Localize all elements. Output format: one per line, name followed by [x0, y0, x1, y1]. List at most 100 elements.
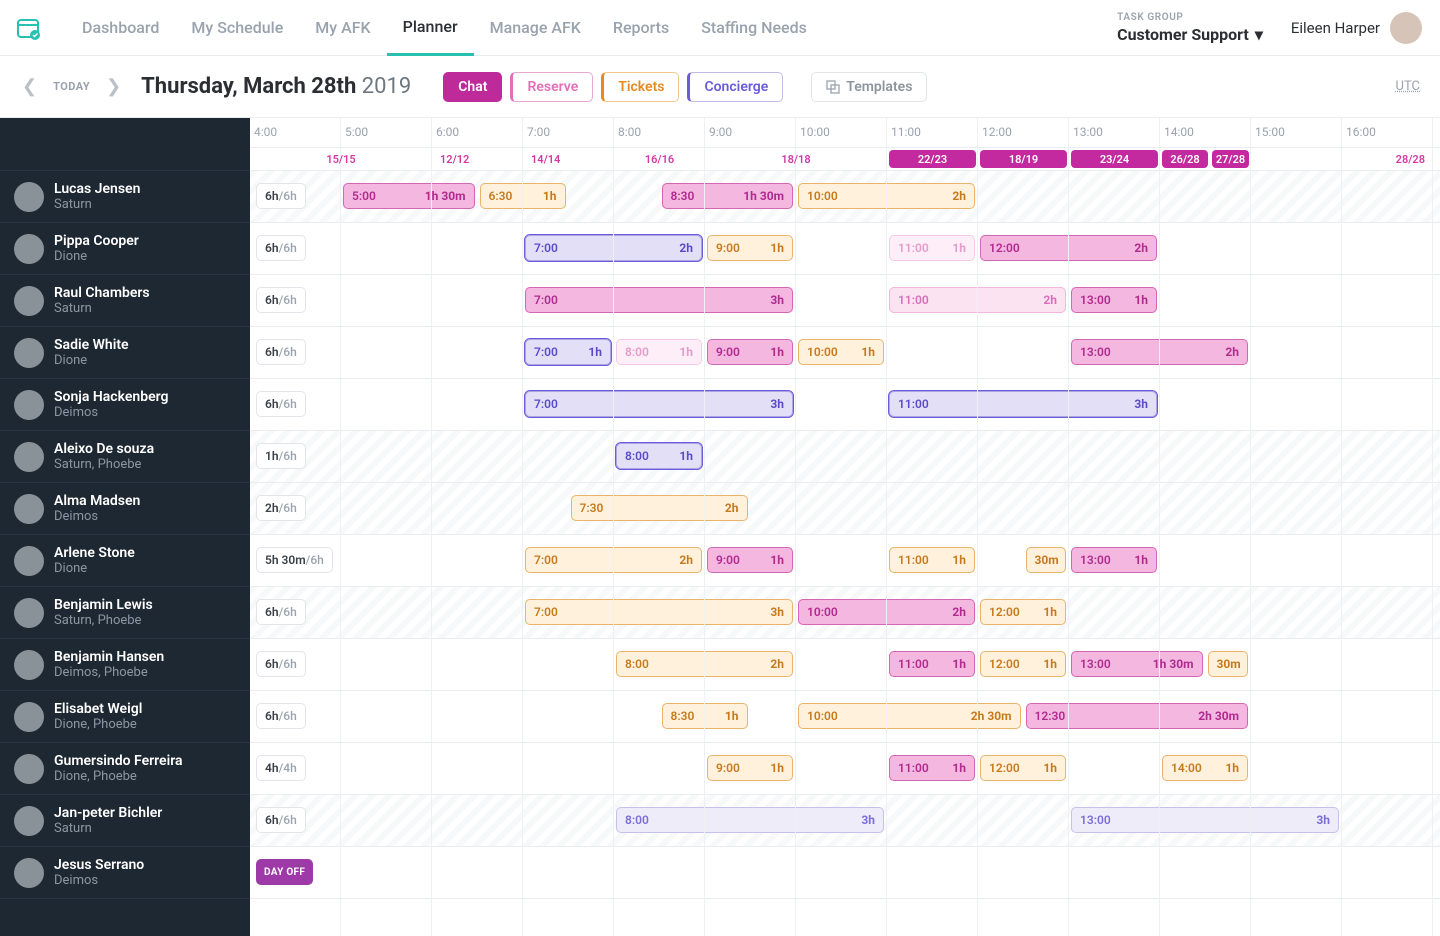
- person-row[interactable]: Jan-peter BichlerSaturn: [0, 795, 250, 847]
- person-row[interactable]: Lucas JensenSaturn: [0, 171, 250, 223]
- timezone-toggle[interactable]: UTC: [1396, 79, 1420, 94]
- person-name: Jesus Serrano: [54, 857, 144, 874]
- person-row[interactable]: Benjamin LewisSaturn, Phoebe: [0, 587, 250, 639]
- chip-chat[interactable]: Chat: [443, 72, 502, 102]
- person-row[interactable]: Benjamin HansenDeimos, Phoebe: [0, 639, 250, 691]
- hours-capacity: 6h/6h: [256, 391, 306, 417]
- schedule-block[interactable]: 6:301h: [480, 183, 566, 209]
- schedule-block[interactable]: 10:002h: [798, 183, 975, 209]
- schedule-block[interactable]: 10:002h 30m: [798, 703, 1021, 729]
- person-row[interactable]: Elisabet WeiglDione, Phoebe: [0, 691, 250, 743]
- schedule-block[interactable]: 13:001h 30m: [1071, 651, 1203, 677]
- schedule-block[interactable]: 30m: [1026, 547, 1067, 573]
- avatar: [1390, 12, 1422, 44]
- schedule-block[interactable]: 9:001h: [707, 339, 793, 365]
- schedule-row[interactable]: 6h/6h5:001h 30m6:301h8:301h 30m10:002h: [250, 171, 1440, 223]
- prev-day-arrow[interactable]: ❮: [20, 76, 39, 97]
- hour-col: 11:00: [887, 118, 978, 147]
- schedule-block[interactable]: 30m: [1208, 651, 1249, 677]
- app-logo[interactable]: [14, 14, 42, 42]
- nav-reports[interactable]: Reports: [597, 0, 685, 55]
- today-button[interactable]: TODAY: [53, 80, 90, 93]
- schedule-block[interactable]: 7:002h: [525, 235, 702, 261]
- schedule-row[interactable]: 6h/6h8:301h10:002h 30m12:302h 30m: [250, 691, 1440, 743]
- schedule-block[interactable]: 7:302h: [571, 495, 748, 521]
- hour-col: 14:00: [1160, 118, 1251, 147]
- schedule-block[interactable]: 7:003h: [525, 599, 793, 625]
- person-row[interactable]: Gumersindo FerreiraDione, Phoebe: [0, 743, 250, 795]
- person-row[interactable]: Arlene StoneDione: [0, 535, 250, 587]
- person-row[interactable]: Pippa CooperDione: [0, 223, 250, 275]
- person-row[interactable]: Raul ChambersSaturn: [0, 275, 250, 327]
- schedule-row[interactable]: 6h/6h7:003h10:002h12:001h: [250, 587, 1440, 639]
- nav-manage-afk[interactable]: Manage AFK: [474, 0, 597, 55]
- schedule-block[interactable]: 11:001h: [889, 547, 975, 573]
- schedule-block[interactable]: 12:001h: [980, 755, 1066, 781]
- schedule-block[interactable]: 10:002h: [798, 599, 975, 625]
- nav-dashboard[interactable]: Dashboard: [66, 0, 175, 55]
- nav-my-afk[interactable]: My AFK: [299, 0, 386, 55]
- user-menu[interactable]: Eileen Harper: [1291, 12, 1422, 44]
- schedule-block[interactable]: 11:003h: [889, 391, 1157, 417]
- schedule-block[interactable]: 8:002h: [616, 651, 793, 677]
- schedule-row[interactable]: 6h/6h8:002h11:001h12:001h13:001h 30m30m: [250, 639, 1440, 691]
- schedule-block[interactable]: 7:003h: [525, 391, 793, 417]
- hour-col: 4:00: [250, 118, 341, 147]
- chip-reserve[interactable]: Reserve: [510, 72, 593, 102]
- schedule-block[interactable]: 12:001h: [980, 599, 1066, 625]
- schedule-block[interactable]: 13:001h: [1071, 287, 1157, 313]
- schedule-block[interactable]: 13:002h: [1071, 339, 1248, 365]
- hour-label: 4:00: [254, 125, 277, 139]
- schedule-block[interactable]: 5:001h 30m: [343, 183, 475, 209]
- schedule-block[interactable]: 12:001h: [980, 651, 1066, 677]
- user-name: Eileen Harper: [1291, 19, 1380, 37]
- schedule-block[interactable]: 8:003h: [616, 807, 884, 833]
- schedule-block[interactable]: 13:001h: [1071, 547, 1157, 573]
- schedule-block[interactable]: 14:001h: [1162, 755, 1248, 781]
- schedule-block[interactable]: 7:002h: [525, 547, 702, 573]
- schedule-row[interactable]: DAY OFF: [250, 847, 1440, 899]
- schedule-row[interactable]: 1h/6h8:001h: [250, 431, 1440, 483]
- schedule-block[interactable]: 11:002h: [889, 287, 1066, 313]
- schedule-row[interactable]: 6h/6h7:002h9:001h11:001h12:002h: [250, 223, 1440, 275]
- schedule-row[interactable]: 6h/6h7:003h11:002h13:001h: [250, 275, 1440, 327]
- person-team: Deimos, Phoebe: [54, 665, 164, 680]
- chip-concierge[interactable]: Concierge: [687, 72, 783, 102]
- schedule-block[interactable]: 13:003h: [1071, 807, 1339, 833]
- schedule-block[interactable]: 8:301h: [662, 703, 748, 729]
- schedule-block[interactable]: 9:001h: [707, 235, 793, 261]
- schedule-block[interactable]: 8:001h: [616, 339, 702, 365]
- schedule-row[interactable]: 6h/6h 7:003h 11:003h: [250, 379, 1440, 431]
- chip-tickets[interactable]: Tickets: [601, 72, 679, 102]
- schedule-block[interactable]: 8:301h 30m: [662, 183, 794, 209]
- schedule-row[interactable]: 2h/6h7:302h: [250, 483, 1440, 535]
- hour-label: 7:00: [527, 125, 550, 139]
- nav-planner[interactable]: Planner: [387, 0, 474, 56]
- person-row[interactable]: Sonja HackenbergDeimos: [0, 379, 250, 431]
- schedule-block[interactable]: 7:001h: [525, 339, 611, 365]
- person-row[interactable]: Aleixo De souzaSaturn, Phoebe: [0, 431, 250, 483]
- schedule-block[interactable]: 11:001h: [889, 651, 975, 677]
- next-day-arrow[interactable]: ❯: [104, 76, 123, 97]
- nav-my-schedule[interactable]: My Schedule: [175, 0, 299, 55]
- schedule-block[interactable]: 8:001h: [616, 443, 702, 469]
- schedule-block[interactable]: 9:001h: [707, 547, 793, 573]
- schedule-block[interactable]: 12:302h 30m: [1026, 703, 1249, 729]
- schedule-block[interactable]: 10:001h: [798, 339, 884, 365]
- schedule-block[interactable]: 7:003h: [525, 287, 793, 313]
- task-group-selector[interactable]: TASK GROUP Customer Support▾: [1117, 12, 1263, 44]
- schedule-block[interactable]: 9:001h: [707, 755, 793, 781]
- nav-staffing-needs[interactable]: Staffing Needs: [685, 0, 823, 55]
- schedule-block[interactable]: 11:001h: [889, 235, 975, 261]
- person-row[interactable]: Jesus SerranoDeimos: [0, 847, 250, 899]
- templates-button[interactable]: Templates: [811, 72, 927, 102]
- person-row[interactable]: Alma MadsenDeimos: [0, 483, 250, 535]
- schedule-row[interactable]: 4h/4h9:001h11:001h12:001h14:001h: [250, 743, 1440, 795]
- schedule-block[interactable]: 12:002h: [980, 235, 1157, 261]
- schedule-block[interactable]: 11:001h: [889, 755, 975, 781]
- person-name: Benjamin Lewis: [54, 597, 153, 614]
- schedule-row[interactable]: 5h 30m/6h7:002h9:001h11:001h30m13:001h: [250, 535, 1440, 587]
- schedule-row[interactable]: 6h/6h7:001h8:001h9:001h10:001h13:002h: [250, 327, 1440, 379]
- person-row[interactable]: Sadie WhiteDione: [0, 327, 250, 379]
- schedule-row[interactable]: 6h/6h8:003h13:003h: [250, 795, 1440, 847]
